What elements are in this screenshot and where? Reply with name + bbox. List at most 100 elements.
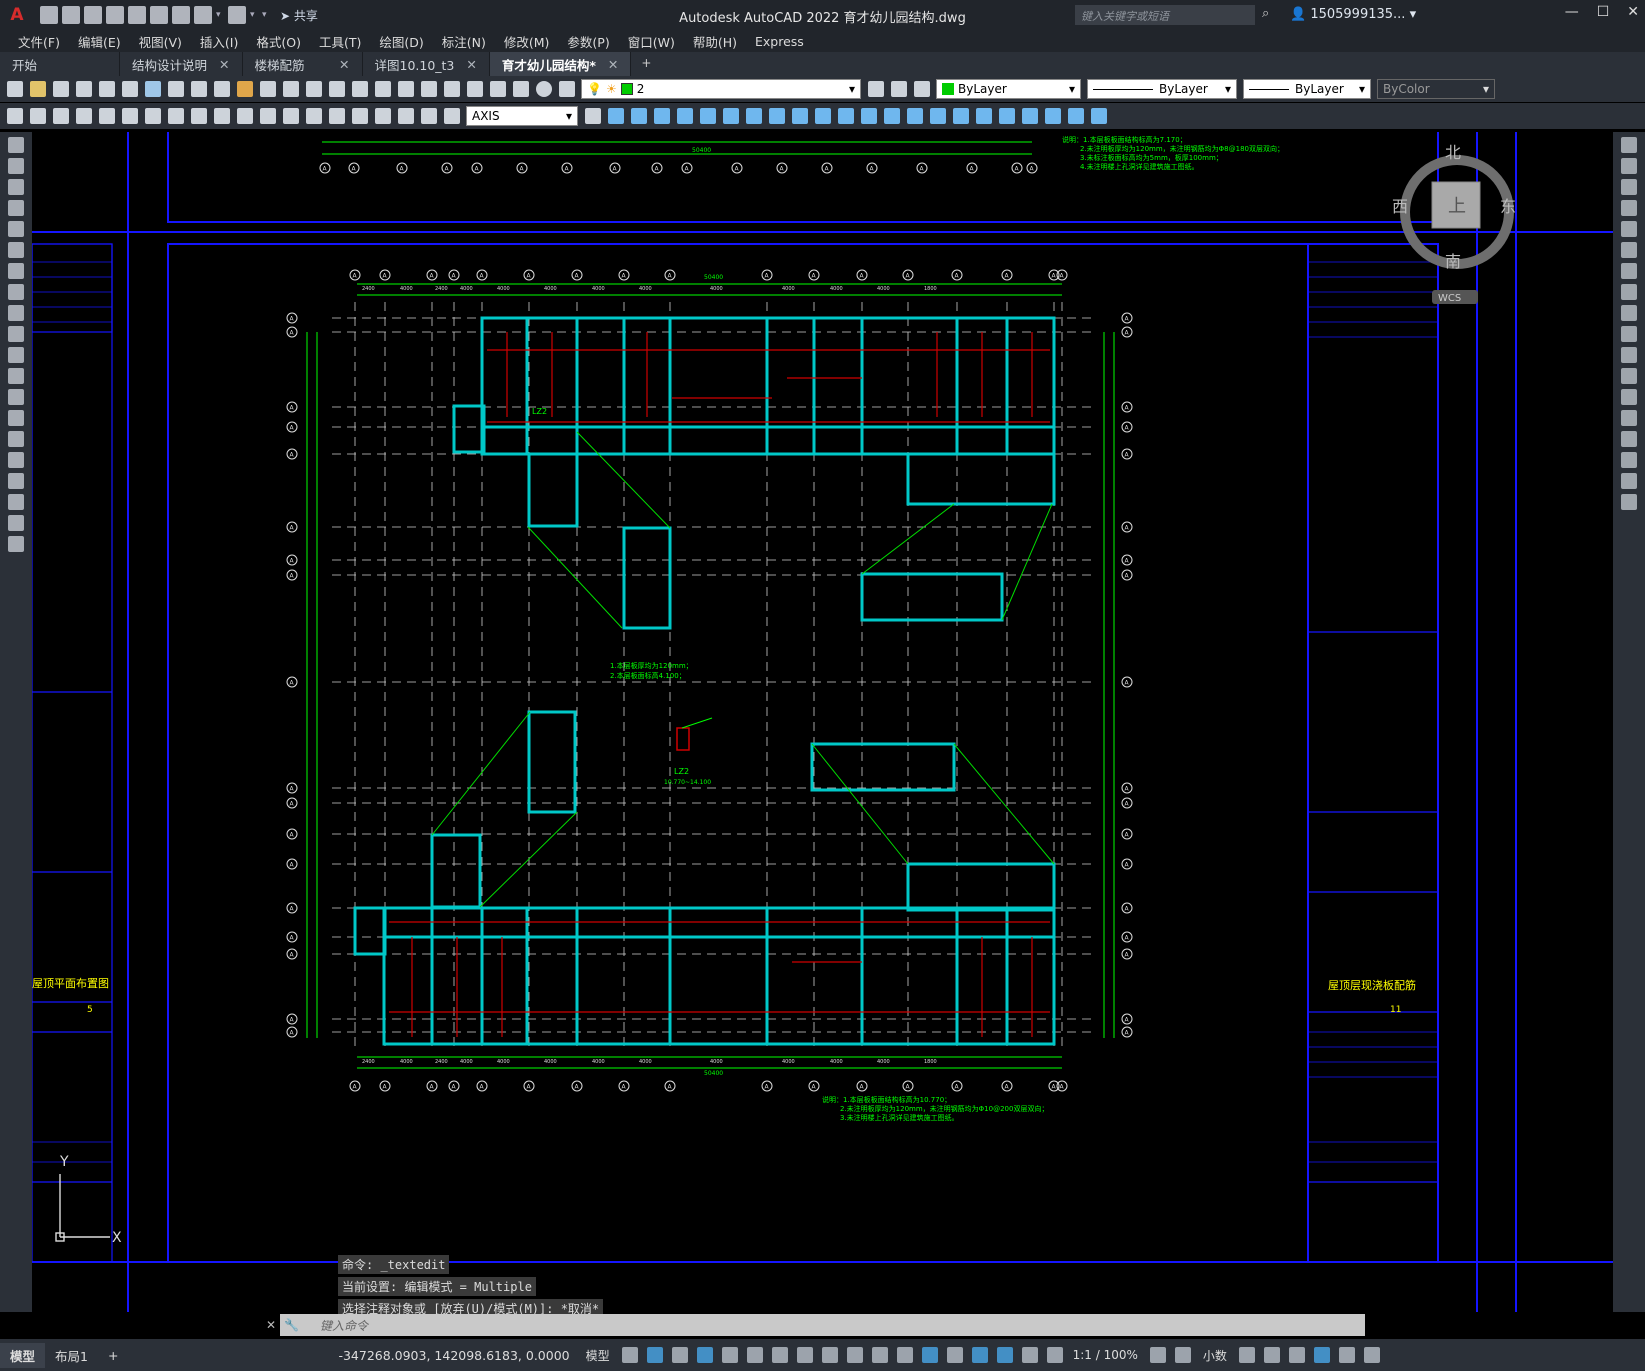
markup-icon[interactable] bbox=[490, 81, 506, 97]
open-icon[interactable] bbox=[30, 81, 46, 97]
check-icon[interactable] bbox=[1091, 108, 1107, 124]
tab-detail[interactable]: 详图10.10_t3 ✕ bbox=[363, 52, 490, 76]
isodraft-icon[interactable] bbox=[771, 1347, 788, 1363]
zoom-previous-icon[interactable] bbox=[375, 81, 391, 97]
make-current-layer-icon[interactable] bbox=[868, 81, 884, 97]
stretch-icon[interactable] bbox=[1621, 305, 1637, 321]
command-input[interactable]: ✕ 🔧 键入命令 bbox=[266, 1314, 1365, 1336]
tab-start[interactable]: 开始 bbox=[0, 52, 120, 76]
search-icon[interactable]: ⌕ bbox=[1262, 6, 1269, 21]
viewcube-east[interactable]: 东 bbox=[1500, 197, 1516, 216]
angular-dim-icon[interactable] bbox=[168, 108, 184, 124]
box-icon[interactable] bbox=[608, 108, 624, 124]
close-icon[interactable]: ✕ bbox=[219, 57, 229, 72]
undo-icon[interactable] bbox=[194, 6, 212, 24]
break-icon[interactable] bbox=[1621, 389, 1637, 405]
dynamic-input-icon[interactable] bbox=[696, 1347, 713, 1363]
ellipse-icon[interactable] bbox=[8, 326, 24, 342]
mirror-icon[interactable] bbox=[1621, 179, 1637, 195]
offset-icon[interactable] bbox=[1621, 200, 1637, 216]
arc-length-icon[interactable] bbox=[53, 108, 69, 124]
design-center-icon[interactable] bbox=[421, 81, 437, 97]
scale-icon[interactable] bbox=[1621, 284, 1637, 300]
infer-icon[interactable] bbox=[671, 1347, 688, 1363]
tool-palettes-icon[interactable] bbox=[444, 81, 460, 97]
tab-structure-notes[interactable]: 结构设计说明 ✕ bbox=[120, 52, 243, 76]
viewcube-south[interactable]: 南 bbox=[1445, 252, 1461, 271]
tolerance-icon[interactable] bbox=[306, 108, 322, 124]
workspace-gear-icon[interactable] bbox=[1149, 1347, 1166, 1363]
lineweight-dropdown[interactable]: ByLayer ▾ bbox=[1243, 79, 1371, 99]
search-input[interactable]: 键入关键字或短语 bbox=[1075, 5, 1255, 25]
dim-text-edit-icon[interactable] bbox=[421, 108, 437, 124]
save-icon[interactable] bbox=[84, 6, 102, 24]
viewcube-west[interactable]: 西 bbox=[1392, 197, 1408, 216]
snap-icon[interactable] bbox=[646, 1347, 663, 1363]
customize-icon[interactable] bbox=[1363, 1347, 1380, 1363]
print-preview-icon[interactable] bbox=[99, 81, 115, 97]
line-icon[interactable] bbox=[8, 137, 24, 153]
object-snap-tracking-icon[interactable] bbox=[796, 1347, 813, 1363]
continue-dim-icon[interactable] bbox=[237, 108, 253, 124]
imprint-icon[interactable] bbox=[1022, 108, 1038, 124]
table-icon[interactable] bbox=[8, 494, 24, 510]
make-block-icon[interactable] bbox=[8, 389, 24, 405]
quick-properties-icon[interactable] bbox=[1238, 1347, 1255, 1363]
selection-cycling-icon[interactable] bbox=[896, 1347, 913, 1363]
ordinate-dim-icon[interactable] bbox=[76, 108, 92, 124]
move-icon[interactable] bbox=[1621, 242, 1637, 258]
layer-match-icon[interactable] bbox=[914, 81, 930, 97]
dim-update-icon[interactable] bbox=[444, 108, 460, 124]
user-account[interactable]: 👤 1505999135... ▾ bbox=[1290, 7, 1416, 22]
menu-window[interactable]: 窗口(W) bbox=[628, 32, 675, 51]
paste-icon[interactable] bbox=[214, 81, 230, 97]
construction-line-icon[interactable] bbox=[8, 158, 24, 174]
plot-icon[interactable] bbox=[172, 6, 190, 24]
annotation-visibility-icon[interactable] bbox=[1021, 1347, 1038, 1363]
units-dropdown[interactable]: 小数 bbox=[1203, 1347, 1227, 1364]
quickcalc-icon[interactable] bbox=[513, 81, 529, 97]
close-icon[interactable]: ✕ bbox=[339, 57, 349, 72]
menu-tools[interactable]: 工具(T) bbox=[319, 32, 361, 51]
menu-dimension[interactable]: 标注(N) bbox=[442, 32, 486, 51]
revcloud-icon[interactable] bbox=[8, 284, 24, 300]
wcs-menu[interactable]: WCS bbox=[1438, 293, 1461, 304]
separate-icon[interactable] bbox=[1045, 108, 1061, 124]
menu-parametric[interactable]: 参数(P) bbox=[567, 32, 609, 51]
maximize-button[interactable]: ☐ bbox=[1597, 4, 1610, 20]
spline-icon[interactable] bbox=[8, 305, 24, 321]
redo-dropdown-icon[interactable]: ▾ bbox=[250, 10, 258, 20]
dim-edit-icon[interactable] bbox=[398, 108, 414, 124]
offset-faces-icon[interactable] bbox=[907, 108, 923, 124]
dimstyle-manager-icon[interactable] bbox=[585, 108, 601, 124]
rotate-3d-icon[interactable] bbox=[723, 108, 739, 124]
drawing-svg[interactable]: AAAAAAAAAAAAAAAAAA AAAAAAAAAAAAAAAAAAAAA… bbox=[32, 132, 1613, 1312]
menu-format[interactable]: 格式(O) bbox=[256, 32, 301, 51]
trim-icon[interactable] bbox=[1621, 326, 1637, 342]
menu-modify[interactable]: 修改(M) bbox=[504, 32, 550, 51]
viewcube[interactable]: 上 北 南 东 西 WCS bbox=[1392, 143, 1516, 304]
hatch-icon[interactable] bbox=[8, 431, 24, 447]
close-icon[interactable]: ✕ bbox=[266, 1318, 276, 1332]
jogged-dim-icon[interactable] bbox=[122, 108, 138, 124]
save-icon[interactable] bbox=[53, 81, 69, 97]
shell-icon[interactable] bbox=[999, 108, 1015, 124]
dynamic-ucs-icon[interactable] bbox=[946, 1347, 963, 1363]
menu-express[interactable]: Express bbox=[755, 34, 804, 49]
array-icon[interactable] bbox=[1621, 221, 1637, 237]
extend-icon[interactable] bbox=[1621, 347, 1637, 363]
selection-filter-icon[interactable] bbox=[971, 1347, 988, 1363]
rectangle-icon[interactable] bbox=[8, 221, 24, 237]
taper-faces-icon[interactable] bbox=[976, 108, 992, 124]
linetype-dropdown[interactable]: ByLayer ▾ bbox=[1087, 79, 1237, 99]
properties-icon[interactable] bbox=[398, 81, 414, 97]
close-icon[interactable]: ✕ bbox=[466, 57, 476, 72]
quick-dim-icon[interactable] bbox=[191, 108, 207, 124]
customize-dropdown-icon[interactable]: ▾ bbox=[262, 10, 270, 20]
annotation-scale[interactable]: 1:1 / 100% bbox=[1073, 1348, 1138, 1362]
menu-insert[interactable]: 插入(I) bbox=[200, 32, 238, 51]
polar-icon[interactable] bbox=[746, 1347, 763, 1363]
open-file-icon[interactable] bbox=[62, 6, 80, 24]
transparency-icon[interactable] bbox=[871, 1347, 888, 1363]
redo-icon[interactable] bbox=[283, 81, 299, 97]
